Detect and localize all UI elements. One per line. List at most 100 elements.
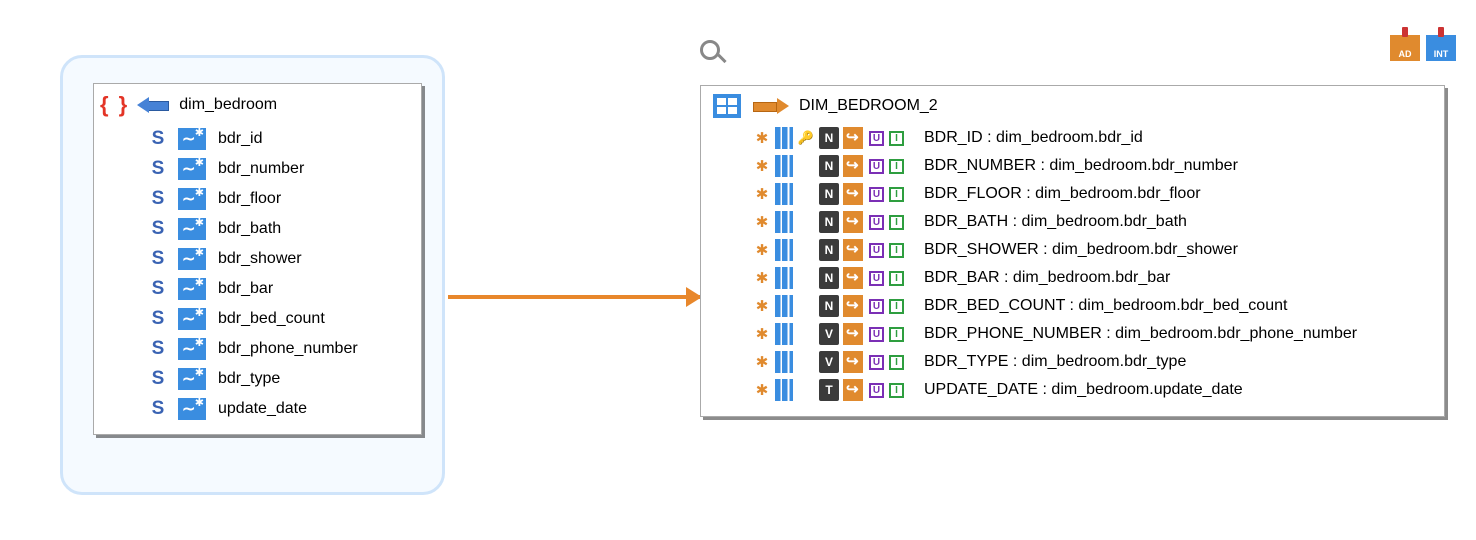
update-flag-icon: U <box>869 355 884 370</box>
column-icon <box>775 323 793 345</box>
source-field-name: bdr_bath <box>218 220 281 238</box>
source-field-row[interactable]: Supdate_date <box>94 394 411 424</box>
insert-flag-icon: I <box>889 159 904 174</box>
column-icon <box>775 239 793 261</box>
target-column-row[interactable]: ✱NUIBDR_BATH : dim_bedroom.bdr_bath <box>709 208 1434 236</box>
insert-flag-icon: I <box>889 187 904 202</box>
key-spacer <box>797 155 815 177</box>
source-field-name: bdr_shower <box>218 250 302 268</box>
expression-icon <box>843 239 863 261</box>
search-icon[interactable] <box>700 40 730 70</box>
update-flag-icon: U <box>869 299 884 314</box>
target-column-row[interactable]: ✱TUIUPDATE_DATE : dim_bedroom.update_dat… <box>709 376 1434 404</box>
datatype-badge: T <box>819 379 839 401</box>
target-column-row[interactable]: ✱NUIBDR_BAR : dim_bedroom.bdr_bar <box>709 264 1434 292</box>
source-field-name: bdr_id <box>218 130 262 148</box>
field-chip-icon <box>178 338 206 360</box>
source-field-row[interactable]: Sbdr_shower <box>94 244 411 274</box>
source-field-name: update_date <box>218 400 307 418</box>
source-title: dim_bedroom <box>179 96 277 114</box>
string-type-icon: S <box>150 308 166 330</box>
primary-key-icon: 🔑 <box>797 127 815 149</box>
datatype-badge: V <box>819 323 839 345</box>
target-title: DIM_BEDROOM_2 <box>799 97 938 115</box>
target-column-label: BDR_TYPE : dim_bedroom.bdr_type <box>924 353 1186 371</box>
string-type-icon: S <box>150 398 166 420</box>
target-panel[interactable]: DIM_BEDROOM_2 ✱🔑NUIBDR_ID : dim_bedroom.… <box>700 85 1445 417</box>
expression-icon <box>843 183 863 205</box>
update-flag-icon: U <box>869 243 884 258</box>
target-column-row[interactable]: ✱🔑NUIBDR_ID : dim_bedroom.bdr_id <box>709 124 1434 152</box>
source-field-row[interactable]: Sbdr_bed_count <box>94 304 411 334</box>
column-icon <box>775 267 793 289</box>
target-column-label: BDR_BED_COUNT : dim_bedroom.bdr_bed_coun… <box>924 297 1287 315</box>
key-spacer <box>797 379 815 401</box>
column-icon <box>775 183 793 205</box>
update-flag-icon: U <box>869 383 884 398</box>
string-type-icon: S <box>150 368 166 390</box>
ad-icon[interactable]: AD <box>1390 35 1420 61</box>
field-chip-icon <box>178 218 206 240</box>
field-chip-icon <box>178 158 206 180</box>
required-star-icon: ✱ <box>753 379 771 401</box>
column-icon <box>775 351 793 373</box>
key-spacer <box>797 211 815 233</box>
int-icon[interactable]: INT <box>1426 35 1456 61</box>
required-star-icon: ✱ <box>753 323 771 345</box>
target-column-label: BDR_PHONE_NUMBER : dim_bedroom.bdr_phone… <box>924 325 1357 343</box>
expression-icon <box>843 211 863 233</box>
target-column-label: BDR_BATH : dim_bedroom.bdr_bath <box>924 213 1187 231</box>
target-column-row[interactable]: ✱NUIBDR_NUMBER : dim_bedroom.bdr_number <box>709 152 1434 180</box>
source-header: { } dim_bedroom <box>94 92 411 118</box>
source-panel[interactable]: { } dim_bedroom Sbdr_idSbdr_numberSbdr_f… <box>93 83 422 435</box>
expression-icon <box>843 323 863 345</box>
string-type-icon: S <box>150 218 166 240</box>
target-column-label: BDR_BAR : dim_bedroom.bdr_bar <box>924 269 1170 287</box>
key-spacer <box>797 323 815 345</box>
source-field-name: bdr_floor <box>218 190 281 208</box>
source-field-row[interactable]: Sbdr_type <box>94 364 411 394</box>
required-star-icon: ✱ <box>753 295 771 317</box>
string-type-icon: S <box>150 338 166 360</box>
json-braces-icon: { } <box>100 92 129 118</box>
insert-flag-icon: I <box>889 327 904 342</box>
target-column-row[interactable]: ✱NUIBDR_FLOOR : dim_bedroom.bdr_floor <box>709 180 1434 208</box>
required-star-icon: ✱ <box>753 239 771 261</box>
source-field-row[interactable]: Sbdr_bath <box>94 214 411 244</box>
update-flag-icon: U <box>869 271 884 286</box>
target-column-row[interactable]: ✱VUIBDR_TYPE : dim_bedroom.bdr_type <box>709 348 1434 376</box>
insert-flag-icon: I <box>889 215 904 230</box>
target-column-label: BDR_NUMBER : dim_bedroom.bdr_number <box>924 157 1238 175</box>
string-type-icon: S <box>150 158 166 180</box>
target-column-label: BDR_ID : dim_bedroom.bdr_id <box>924 129 1143 147</box>
source-field-row[interactable]: Sbdr_phone_number <box>94 334 411 364</box>
update-flag-icon: U <box>869 215 884 230</box>
insert-flag-icon: I <box>889 355 904 370</box>
source-field-row[interactable]: Sbdr_floor <box>94 184 411 214</box>
source-field-name: bdr_type <box>218 370 280 388</box>
expression-icon <box>843 295 863 317</box>
column-icon <box>775 155 793 177</box>
key-spacer <box>797 239 815 261</box>
string-type-icon: S <box>150 128 166 150</box>
key-spacer <box>797 295 815 317</box>
target-container: DIM_BEDROOM_2 ✱🔑NUIBDR_ID : dim_bedroom.… <box>700 85 1445 417</box>
required-star-icon: ✱ <box>753 155 771 177</box>
update-flag-icon: U <box>869 187 884 202</box>
expression-icon <box>843 351 863 373</box>
target-column-row[interactable]: ✱VUIBDR_PHONE_NUMBER : dim_bedroom.bdr_p… <box>709 320 1434 348</box>
target-column-row[interactable]: ✱NUIBDR_BED_COUNT : dim_bedroom.bdr_bed_… <box>709 292 1434 320</box>
field-chip-icon <box>178 248 206 270</box>
source-field-row[interactable]: Sbdr_number <box>94 154 411 184</box>
int-icon-label: INT <box>1428 49 1454 59</box>
expression-icon <box>843 155 863 177</box>
expression-icon <box>843 379 863 401</box>
expression-icon <box>843 267 863 289</box>
required-star-icon: ✱ <box>753 211 771 233</box>
expression-icon <box>843 127 863 149</box>
source-field-row[interactable]: Sbdr_bar <box>94 274 411 304</box>
column-icon <box>775 127 793 149</box>
source-field-row[interactable]: Sbdr_id <box>94 124 411 154</box>
target-column-row[interactable]: ✱NUIBDR_SHOWER : dim_bedroom.bdr_shower <box>709 236 1434 264</box>
required-star-icon: ✱ <box>753 351 771 373</box>
